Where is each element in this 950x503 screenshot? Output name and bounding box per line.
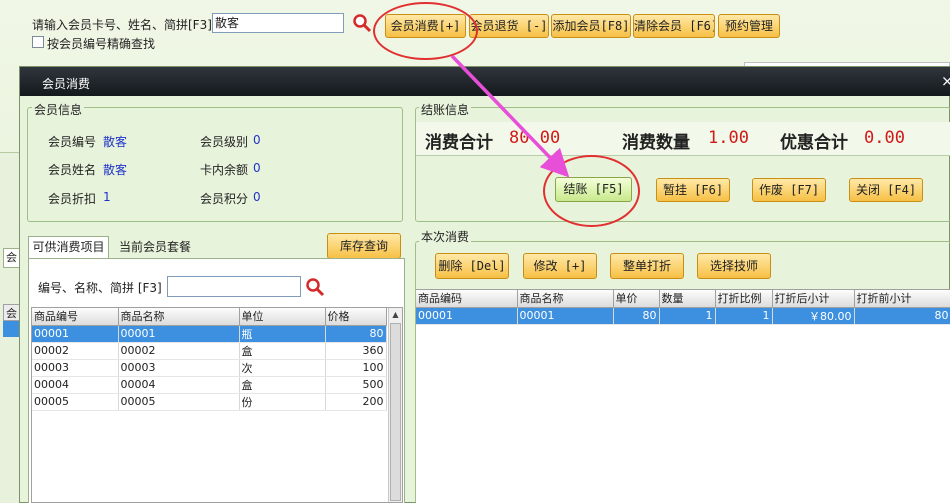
- annotation-arrow-icon: [450, 54, 570, 178]
